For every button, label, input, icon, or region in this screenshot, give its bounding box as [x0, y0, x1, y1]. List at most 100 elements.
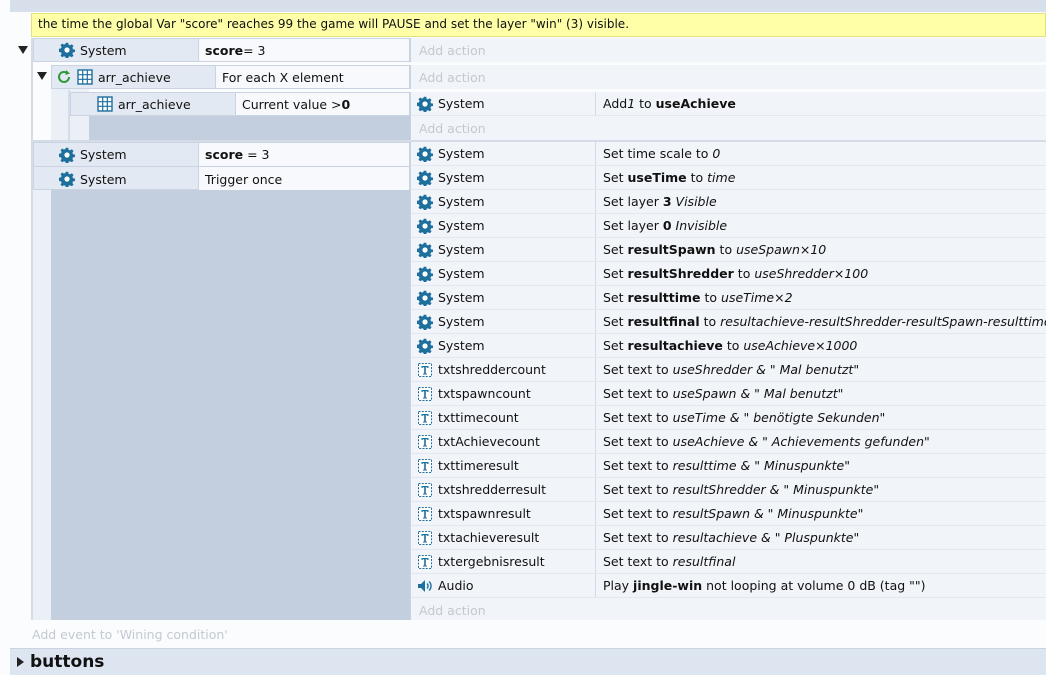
- action-row[interactable]: System Set resultShredder to useShredder×…: [411, 262, 1046, 286]
- group-title: buttons: [30, 652, 105, 672]
- action-row[interactable]: System Set resulttime to useTime×2: [411, 286, 1046, 310]
- event3-actions: System Add 1 to useAchieve Add action: [410, 92, 1046, 140]
- condition-row[interactable]: System Trigger once: [34, 167, 409, 191]
- condition-text: Current value > 0: [236, 93, 409, 115]
- action-text-part: Set: [603, 290, 628, 305]
- action-text-part: Set: [603, 266, 628, 281]
- action-row[interactable]: System Set useTime to time: [411, 166, 1046, 190]
- action-row[interactable]: txtshreddercount Set text to useShredder …: [411, 358, 1046, 382]
- array-grid-icon: [77, 69, 93, 85]
- text-object-icon: [417, 362, 433, 378]
- action-object: System: [411, 286, 596, 309]
- event3-condition-empty: [89, 116, 410, 140]
- action-text: Set layer 3 Visible: [597, 190, 1046, 213]
- gear-icon: [417, 290, 433, 306]
- condition-text: Trigger once: [199, 167, 409, 191]
- action-text-part: jingle-win: [633, 578, 703, 593]
- action-row[interactable]: txtspawnresult Set text to resultSpawn & …: [411, 502, 1046, 526]
- action-text-part: Set text to: [603, 530, 673, 545]
- action-text-part: Set: [603, 338, 628, 353]
- action-row[interactable]: txtspawncount Set text to useSpawn & " Ma…: [411, 382, 1046, 406]
- event1-condition[interactable]: System score = 3: [33, 38, 410, 62]
- action-text-part: resulttime: [627, 290, 701, 305]
- action-row[interactable]: txttimeresult Set text to resulttime & " …: [411, 454, 1046, 478]
- event3-condition[interactable]: arr_achieve Current value > 0: [70, 92, 410, 116]
- action-row[interactable]: txttimecount Set text to useTime & " benö…: [411, 406, 1046, 430]
- action-row[interactable]: System Set time scale to 0: [411, 142, 1046, 166]
- action-text: Play jingle-win not looping at volume 0 …: [597, 574, 1046, 597]
- text-object-icon: [417, 410, 433, 426]
- add-action-link[interactable]: Add action: [411, 65, 1046, 89]
- action-text-part: Set text to: [603, 410, 673, 425]
- action-row[interactable]: txtAchievecount Set text to useAchieve & …: [411, 430, 1046, 454]
- action-object: System: [411, 142, 596, 165]
- action-object-name: System: [438, 290, 485, 305]
- action-text: Set useTime to time: [597, 166, 1046, 189]
- event-comment[interactable]: the time the global Var "score" reaches …: [31, 13, 1046, 37]
- gear-icon: [59, 42, 75, 58]
- action-text-part: Set text to: [603, 458, 673, 473]
- action-object: txtergebnisresult: [411, 550, 596, 573]
- action-object-name: System: [438, 218, 485, 233]
- add-action-link[interactable]: Add action: [411, 38, 1046, 62]
- action-object: txttimecount: [411, 406, 596, 429]
- action-object-name: System: [438, 266, 485, 281]
- action-text: Set text to useSpawn & " Mal benutzt": [597, 382, 1046, 405]
- speaker-icon: [417, 578, 433, 594]
- condition-text: score = 3: [199, 39, 409, 61]
- action-text-part: Set layer: [603, 194, 663, 209]
- action-object-name: txttimecount: [438, 410, 519, 425]
- action-text-part: useAchieve×1000: [743, 338, 858, 353]
- action-row[interactable]: txtachieveresult Set text to resultachiev…: [411, 526, 1046, 550]
- action-row[interactable]: System Add 1 to useAchieve: [411, 92, 1046, 116]
- event4-condition-empty: [51, 190, 410, 620]
- action-text: Set resultachieve to useAchieve×1000: [597, 334, 1046, 357]
- event4-conditions[interactable]: System score = 3 System Trigger once: [33, 142, 410, 191]
- group-buttons[interactable]: buttons: [10, 648, 1046, 675]
- action-text-part: useSpawn×10: [736, 242, 827, 257]
- event1-actions: Add action: [410, 38, 1046, 62]
- action-row[interactable]: System Set resultfinal to resultachieve-r…: [411, 310, 1046, 334]
- action-row[interactable]: System Set layer 3 Visible: [411, 190, 1046, 214]
- condition-object: arr_achieve: [52, 66, 216, 88]
- action-text-part: Set text to: [603, 482, 673, 497]
- action-text-part: resultSpawn: [627, 242, 716, 257]
- subevent-collapse-toggle[interactable]: [36, 70, 48, 82]
- action-text-part: to: [722, 338, 744, 353]
- action-text: Set text to useTime & " benötigte Sekund…: [597, 406, 1046, 429]
- action-object: System: [411, 214, 596, 237]
- condition-row[interactable]: System score = 3: [34, 143, 409, 167]
- action-text: Set text to useAchieve & " Achievements …: [597, 430, 1046, 453]
- action-object: System: [411, 310, 596, 333]
- text-object-icon: [417, 554, 433, 570]
- action-text-part: Invisible: [675, 218, 728, 233]
- action-row[interactable]: System Set resultachieve to useAchieve×10…: [411, 334, 1046, 358]
- action-object-name: txtAchievecount: [438, 434, 540, 449]
- action-row[interactable]: txtergebnisresult Set text to resultfinal: [411, 550, 1046, 574]
- event2-condition[interactable]: arr_achieve For each X element: [51, 65, 410, 89]
- action-row[interactable]: System Set resultSpawn to useSpawn×10: [411, 238, 1046, 262]
- action-text-part: useAchieve & " Achievements gefunden": [672, 434, 930, 449]
- text-object-icon: [417, 506, 433, 522]
- action-text: Set text to useShredder & " Mal benutzt": [597, 358, 1046, 381]
- add-action-link[interactable]: Add action: [411, 116, 486, 140]
- action-text-part: to: [715, 242, 737, 257]
- expand-arrow-icon[interactable]: [10, 656, 30, 668]
- action-row[interactable]: txtshredderresult Set text to resultShred…: [411, 478, 1046, 502]
- event-collapse-toggle[interactable]: [17, 44, 29, 56]
- action-text: Set layer 0 Invisible: [597, 214, 1046, 237]
- action-text-part: resultShredder: [627, 266, 734, 281]
- action-object-name: txtspawncount: [438, 386, 531, 401]
- action-text-part: resulttime & " Minuspunkte": [672, 458, 850, 473]
- action-row[interactable]: Audio Play jingle-win not looping at volu…: [411, 574, 1046, 598]
- action-text-part: Play: [603, 578, 634, 593]
- add-event-link[interactable]: Add event to 'Wining condition': [32, 625, 228, 643]
- action-text: Set resultfinal to resultachieve-resultS…: [597, 310, 1046, 333]
- action-text: Set resultSpawn to useSpawn×10: [597, 238, 1046, 261]
- action-text-part: resultachieve-resultShredder-resultSpawn…: [720, 314, 1046, 329]
- action-row[interactable]: System Set layer 0 Invisible: [411, 214, 1046, 238]
- text-object-icon: [417, 434, 433, 450]
- action-object: txtshreddercount: [411, 358, 596, 381]
- action-object-name: System: [438, 242, 485, 257]
- add-action-link[interactable]: Add action: [411, 598, 486, 622]
